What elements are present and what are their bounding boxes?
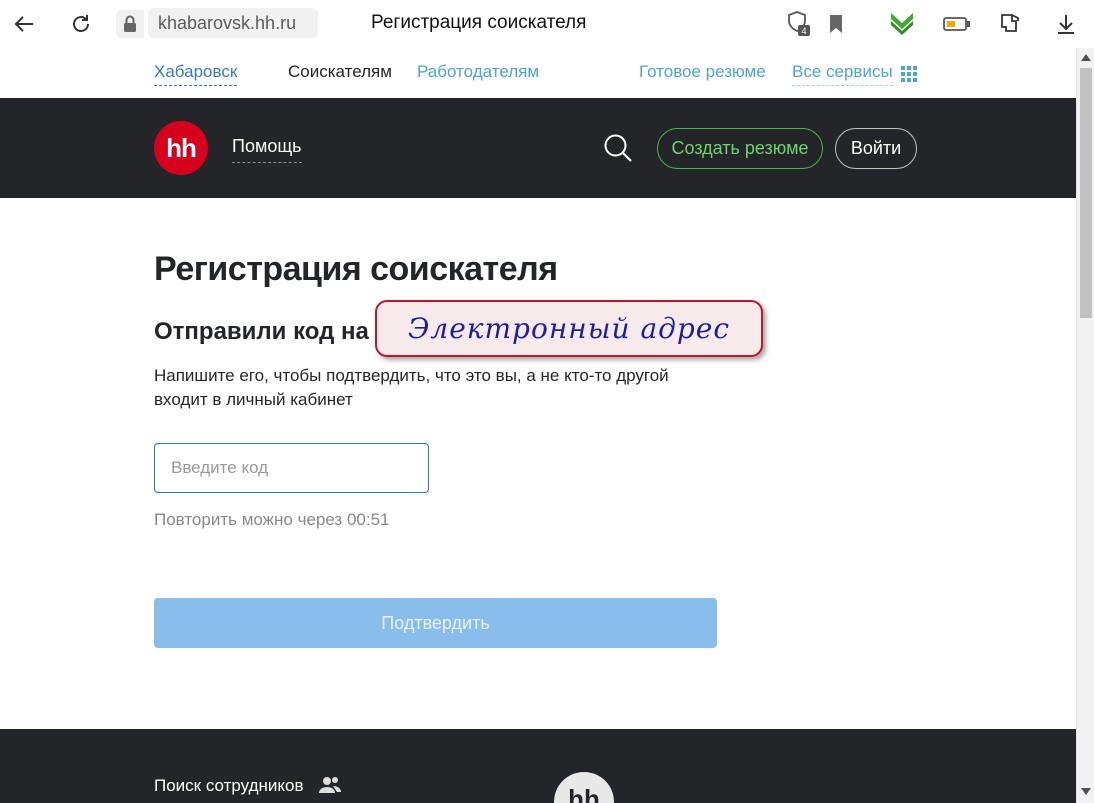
tab-title: Регистрация соискателя <box>371 12 587 33</box>
confirm-button[interactable]: Подтвердить <box>154 598 717 648</box>
help-link[interactable]: Помощь <box>232 136 302 163</box>
battery-icon[interactable] <box>942 14 972 34</box>
scroll-up-arrow-icon[interactable] <box>1081 54 1091 61</box>
code-sent-heading: Отправили код на <box>154 318 369 345</box>
page-scrollbar[interactable] <box>1076 48 1094 803</box>
search-icon[interactable] <box>603 133 633 163</box>
nav-employers[interactable]: Работодателям <box>417 62 539 82</box>
download-icon[interactable] <box>1054 12 1078 36</box>
site-footer: Поиск сотрудников hh <box>0 729 1076 803</box>
scroll-down-arrow-icon[interactable] <box>1081 788 1091 795</box>
page-title: Регистрация соискателя <box>154 250 558 288</box>
reload-icon[interactable] <box>69 12 93 36</box>
address-bar[interactable]: khabarovsk.hh.ru <box>148 8 318 38</box>
people-icon <box>318 775 342 795</box>
browser-toolbar: khabarovsk.hh.ru Регистрация соискателя … <box>0 0 1094 48</box>
hh-logo[interactable]: hh <box>154 121 208 175</box>
back-arrow-icon[interactable] <box>12 12 36 36</box>
find-employees-link[interactable]: Поиск сотрудников <box>154 776 304 796</box>
bookmark-icon[interactable] <box>826 12 846 36</box>
shield-badge-count: 4 <box>801 26 806 36</box>
site-header: hh Помощь Создать резюме Войти <box>0 98 1076 198</box>
resend-timer: Повторить можно через 00:51 <box>154 510 390 529</box>
instruction-text: Напишите его, чтобы подтвердить, что это… <box>154 366 669 409</box>
download-manager-icon[interactable] <box>888 9 916 37</box>
extension-icon[interactable] <box>997 10 1025 38</box>
scroll-thumb[interactable] <box>1080 68 1092 318</box>
nav-all-services[interactable]: Все сервисы <box>792 62 893 86</box>
footer-hh-logo[interactable]: hh <box>554 772 614 803</box>
nav-seekers[interactable]: Соискателям <box>288 62 392 82</box>
login-button[interactable]: Войти <box>835 128 917 169</box>
nav-ready-resume[interactable]: Готовое резюме <box>639 62 766 82</box>
protect-shield-icon[interactable]: 4 <box>786 10 812 38</box>
create-resume-button[interactable]: Создать резюме <box>657 128 823 169</box>
email-annotation-label: Электронный адрес <box>375 300 763 357</box>
code-input[interactable] <box>154 443 429 493</box>
lock-icon[interactable] <box>116 10 144 38</box>
services-grid-icon[interactable] <box>901 66 917 82</box>
city-selector[interactable]: Хабаровск <box>154 62 238 86</box>
